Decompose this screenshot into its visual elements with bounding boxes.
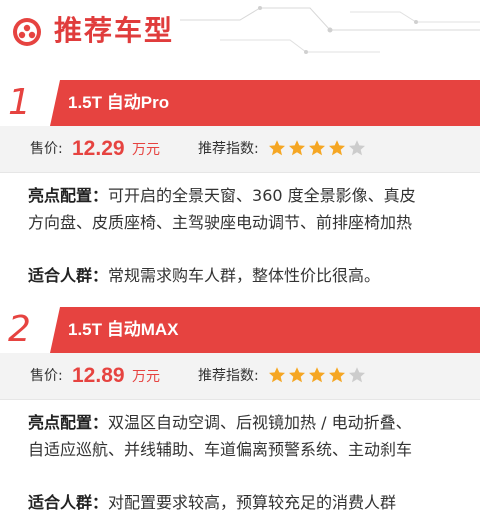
audience-label: 适合人群 [28,266,93,285]
star-filled-icon [289,140,305,156]
price-label: 售价: [30,141,63,157]
rating-stars [268,366,368,386]
price-value: 12.29 [72,137,125,160]
star-filled-icon [269,140,285,156]
features-line-1: 可开启的全景天窗、360 度全景影像、真皮 [108,186,416,205]
section-header: 推荐车型 [0,0,480,62]
price-rating-row: 售价: 12.29 万元 推荐指数: [0,126,480,173]
model-title-bar: 1 1.5T 自动Pro [0,80,480,126]
model-title-bar: 2 1.5T 自动MAX [0,307,480,353]
model-card-1: 1 1.5T 自动Pro 售价: 12.29 万元 推荐指数: 亮点配置：可开启… [0,80,480,285]
model-card-2: 2 1.5T 自动MAX 售价: 12.89 万元 推荐指数: 亮点配置：双温区… [0,307,480,512]
features-text: 亮点配置：双温区自动空调、后视镜加热 / 电动折叠、 自适应巡航、并线辅助、车道… [28,413,413,459]
brand-logo-icon [13,18,41,46]
rating-label: 推荐指数: [198,368,259,384]
star-filled-icon [329,140,345,156]
price-rating-row: 售价: 12.89 万元 推荐指数: [0,353,480,400]
features-line-1: 双温区自动空调、后视镜加热 / 电动折叠、 [108,413,412,432]
audience-text: 适合人群：对配置要求较高，预算较充足的消费人群 [28,493,397,512]
features-text: 亮点配置：可开启的全景天窗、360 度全景影像、真皮 方向盘、皮质座椅、主驾驶座… [28,186,416,232]
star-filled-icon [289,367,305,383]
audience-label: 适合人群 [28,493,93,512]
price-label: 售价: [30,368,63,384]
star-filled-icon [329,367,345,383]
model-number: 1 [8,82,31,123]
price-unit: 万元 [132,142,160,158]
star-filled-icon [269,367,285,383]
header-decoration [180,6,480,54]
features-label: 亮点配置 [28,413,93,432]
model-name: 1.5T 自动MAX [68,320,179,339]
model-number: 2 [8,309,31,350]
model-name: 1.5T 自动Pro [68,93,170,112]
audience-value: 对配置要求较高，预算较充足的消费人群 [108,493,397,512]
star-empty-icon [349,367,365,383]
section-title: 推荐车型 [54,14,175,47]
features-label: 亮点配置 [28,186,93,205]
star-filled-icon [309,367,325,383]
price-value: 12.89 [72,364,125,387]
star-filled-icon [309,140,325,156]
star-empty-icon [349,140,365,156]
features-line-2: 方向盘、皮质座椅、主驾驶座电动调节、前排座椅加热 [28,213,413,232]
rating-stars [268,139,368,159]
features-line-2: 自适应巡航、并线辅助、车道偏离预警系统、主动刹车 [28,440,413,459]
rating-label: 推荐指数: [198,141,259,157]
price-unit: 万元 [132,369,160,385]
audience-value: 常规需求购车人群，整体性价比很高。 [108,266,381,285]
audience-text: 适合人群：常规需求购车人群，整体性价比很高。 [28,266,381,285]
